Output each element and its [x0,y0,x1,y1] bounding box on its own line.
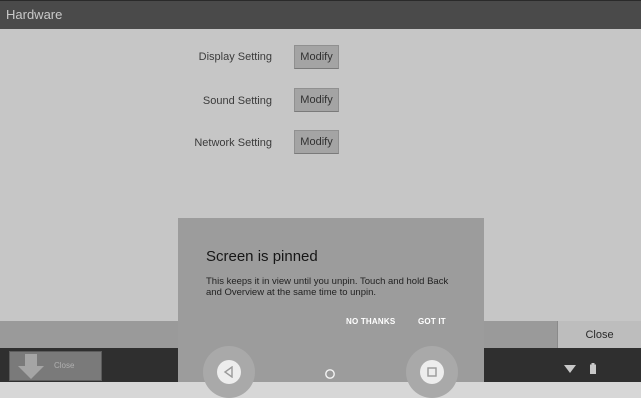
got-it-button[interactable]: GOT IT [418,317,446,326]
window-title: Hardware [6,7,63,22]
home-circle-icon [324,367,336,384]
dialog-message: This keeps it in view until you unpin. T… [206,276,449,298]
status-icons [564,361,597,379]
overview-square-icon [420,360,444,384]
close-button[interactable]: Close [557,321,641,348]
back-triangle-icon [217,360,241,384]
taskbar-close-item[interactable]: Close [9,351,102,381]
dialog-title: Screen is pinned [206,248,318,265]
taskbar-close-label: Close [54,361,75,370]
wifi-icon [564,361,580,378]
battery-icon [590,361,597,378]
back-button[interactable] [203,346,255,398]
home-button[interactable] [324,367,336,385]
overview-button[interactable] [406,346,458,398]
no-thanks-button[interactable]: NO THANKS [346,317,395,326]
window-titlebar: Hardware [0,0,641,29]
down-arrow-icon [16,354,46,385]
